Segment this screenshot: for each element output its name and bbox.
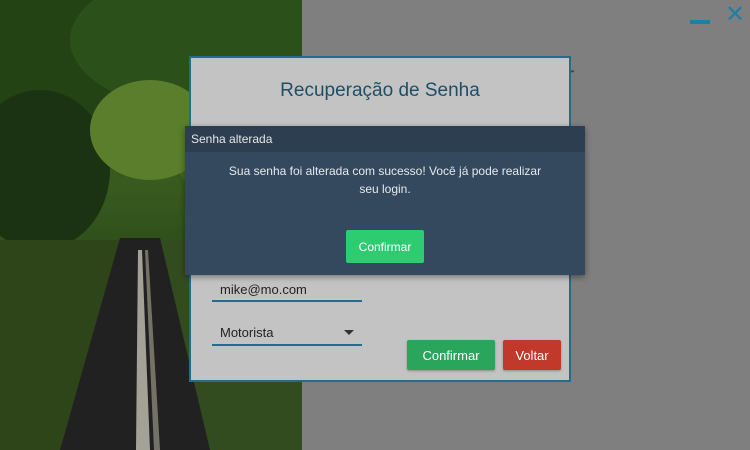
alert-message: Sua senha foi alterada com sucesso! Você… (228, 164, 542, 196)
close-icon[interactable]: ✕ (724, 2, 746, 26)
password-changed-alert: Senha alterada Sua senha foi alterada co… (185, 126, 585, 275)
role-select[interactable]: Motorista (212, 320, 362, 346)
confirm-button[interactable]: Confirmar (407, 340, 495, 370)
alert-header: Senha alterada (185, 126, 585, 152)
back-button[interactable]: Voltar (503, 340, 561, 370)
minimize-icon[interactable] (690, 10, 712, 24)
alert-confirm-button[interactable]: Confirmar (346, 230, 424, 263)
recovery-dialog-title: Recuperação de Senha (280, 80, 480, 101)
role-select-value: Motorista (220, 325, 274, 340)
chevron-down-icon (344, 330, 354, 335)
email-field[interactable] (212, 278, 362, 302)
